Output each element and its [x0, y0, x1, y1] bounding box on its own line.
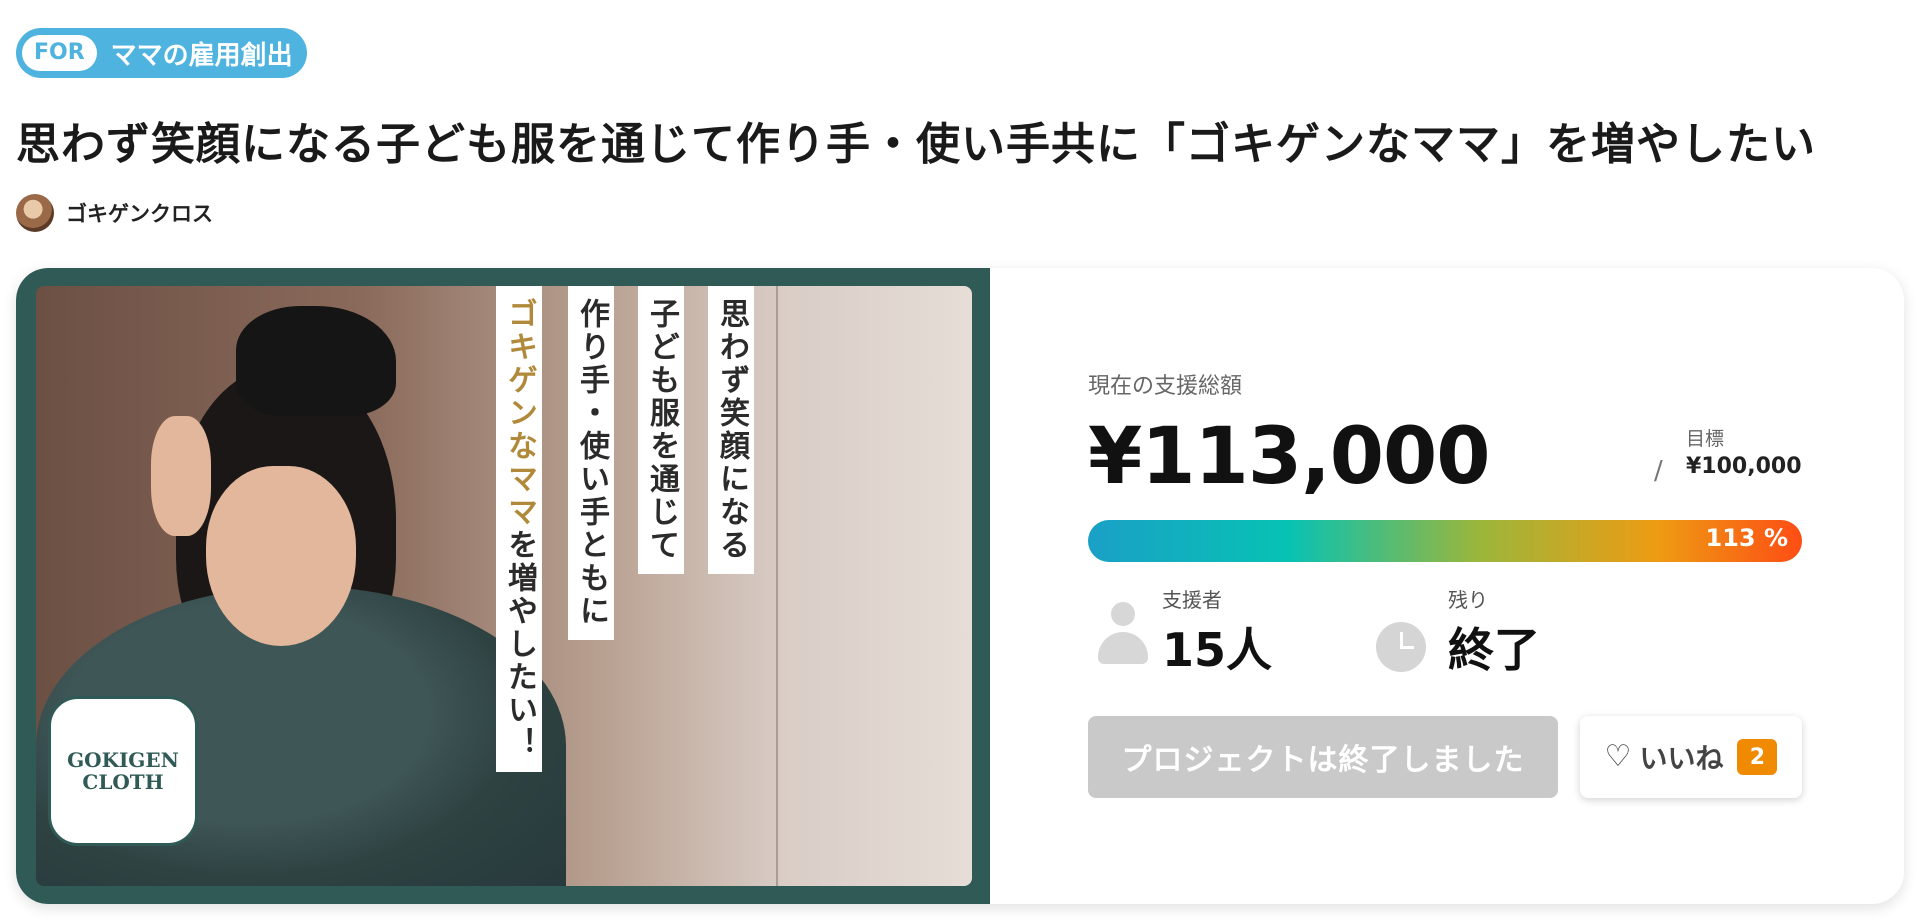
for-badge: FOR [22, 35, 97, 71]
funding-panel: 現在の支援総額 ¥113,000 / 目標 ¥100,000 113 % 支援者… [1088, 268, 1808, 904]
remaining-label: 残り [1448, 588, 1488, 612]
avatar [16, 194, 54, 232]
progress-bar: 113 % [1088, 520, 1802, 562]
author-link[interactable]: ゴキゲンクロス [16, 194, 213, 232]
goal-value: ¥100,000 [1686, 454, 1802, 479]
goal-label: 目標 [1686, 428, 1725, 450]
clock-icon [1376, 622, 1426, 672]
hero-photo: 思わず笑顔になる 子ども服を通じて 作り手・使い手ともに ゴキゲンなママを増やし… [36, 286, 972, 886]
hero-banner-5: を増やしたい！ [502, 529, 537, 760]
supporters-value: 15人 [1162, 623, 1273, 677]
hero-banner-2: 子ども服を通じて [638, 286, 684, 574]
remaining-value: 終了 [1448, 623, 1540, 677]
logo-line-2: CLOTH [82, 770, 164, 794]
heart-icon: ♡ [1604, 739, 1632, 774]
supporters-label: 支援者 [1162, 588, 1222, 612]
category-label: ママの雇用創出 [110, 40, 293, 71]
project-ended-button[interactable]: プロジェクトは終了しました [1088, 716, 1558, 798]
hero-banner-4-gold: ゴキゲンなママ [502, 298, 537, 529]
page-title: 思わず笑顔になる子ども服を通じて作り手・使い手共に「ゴキゲンなママ」を増やしたい [16, 119, 1816, 170]
hero-banner-3: 作り手・使い手ともに [568, 286, 614, 640]
current-amount: ¥113,000 [1088, 412, 1491, 502]
hero-banner-1: 思わず笑顔になる [708, 286, 754, 574]
amount-divider: / [1654, 456, 1663, 486]
progress-percent: 113 % [1705, 524, 1789, 552]
brand-logo: GOKIGEN CLOTH [48, 696, 198, 846]
like-count-badge: 2 [1737, 739, 1778, 775]
author-name: ゴキゲンクロス [66, 202, 213, 226]
current-amount-label: 現在の支援総額 [1088, 374, 1243, 399]
hero-image-panel: 思わず笑顔になる 子ども服を通じて 作り手・使い手ともに ゴキゲンなママを増やし… [16, 268, 990, 904]
person-icon [1098, 602, 1148, 664]
like-label: いいね [1639, 742, 1724, 775]
project-card: 思わず笑顔になる 子ども服を通じて 作り手・使い手ともに ゴキゲンなママを増やし… [16, 268, 1904, 904]
category-tag[interactable]: FOR ママの雇用創出 [16, 28, 307, 78]
hero-banner-4: ゴキゲンなママを増やしたい！ [496, 286, 542, 772]
like-button[interactable]: ♡ いいね 2 [1580, 716, 1802, 798]
logo-line-1: GOKIGEN [67, 748, 179, 772]
